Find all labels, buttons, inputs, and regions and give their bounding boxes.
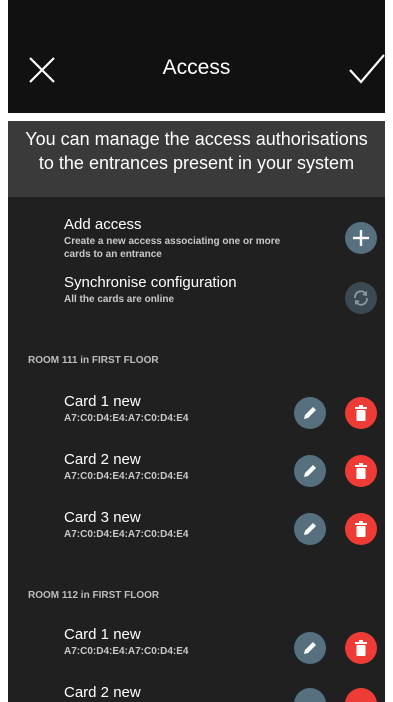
edit-button[interactable] (294, 455, 326, 487)
group-header: ROOM 111 in FIRST FLOOR (28, 355, 159, 366)
delete-button[interactable] (345, 513, 377, 545)
card-id: A7:C0:D4:E4:A7:C0:D4:E4 (64, 646, 189, 657)
pencil-icon (304, 465, 316, 477)
edit-button[interactable] (294, 688, 326, 702)
header-divider (8, 113, 385, 121)
group-header: ROOM 112 in FIRST FLOOR (28, 590, 160, 601)
card-id: A7:C0:D4:E4:A7:C0:D4:E4 (64, 471, 189, 482)
pencil-icon (304, 407, 316, 419)
trash-icon (355, 405, 367, 421)
pencil-icon (304, 642, 316, 654)
card-name: Card 3 new (64, 509, 141, 526)
plus-icon (353, 230, 369, 246)
add-access-button[interactable] (345, 222, 377, 254)
sync-icon (354, 290, 368, 306)
app-header: Access (8, 0, 385, 113)
edit-button[interactable] (294, 632, 326, 664)
trash-icon (355, 640, 367, 656)
card-name: Card 1 new (64, 626, 141, 643)
card-name: Card 2 new (64, 451, 141, 468)
sync-button[interactable] (345, 282, 377, 314)
sync-title: Synchronise configuration (64, 274, 237, 291)
add-access-subtitle-1: Create a new access associating one or m… (64, 236, 281, 247)
card-row: Card 3 new A7:C0:D4:E4:A7:C0:D4:E4 (8, 509, 385, 553)
page-title: Access (162, 56, 231, 79)
delete-button[interactable] (345, 688, 377, 702)
sync-subtitle: All the cards are online (64, 294, 175, 305)
edit-button[interactable] (294, 397, 326, 429)
add-access-subtitle-2: cards to an entrance (64, 249, 162, 260)
delete-button[interactable] (345, 397, 377, 429)
info-line-2: to the entrances present in your system (38, 153, 355, 173)
phone-screen: Access You can manage the access authori… (8, 0, 385, 702)
card-name: Card 2 new (64, 684, 141, 701)
card-row: Card 1 new A7:C0:D4:E4:A7:C0:D4:E4 (8, 393, 385, 437)
info-banner: You can manage the access authorisations… (8, 121, 385, 197)
delete-button[interactable] (345, 632, 377, 664)
edit-button[interactable] (294, 513, 326, 545)
card-row: Card 1 new A7:C0:D4:E4:A7:C0:D4:E4 (8, 626, 385, 670)
card-id: A7:C0:D4:E4:A7:C0:D4:E4 (64, 529, 189, 540)
card-name: Card 1 new (64, 393, 141, 410)
trash-icon (355, 521, 367, 537)
delete-button[interactable] (345, 455, 377, 487)
card-row: Card 2 new (8, 684, 385, 702)
add-access-title: Add access (64, 216, 142, 233)
card-id: A7:C0:D4:E4:A7:C0:D4:E4 (64, 413, 189, 424)
sync-row[interactable]: Synchronise configuration All the cards … (8, 272, 385, 314)
add-access-row[interactable]: Add access Create a new access associati… (8, 214, 385, 266)
card-row: Card 2 new A7:C0:D4:E4:A7:C0:D4:E4 (8, 451, 385, 495)
info-line-1: You can manage the access authorisations (25, 129, 368, 149)
trash-icon (355, 463, 367, 479)
pencil-icon (304, 523, 316, 535)
check-icon[interactable] (348, 52, 385, 86)
